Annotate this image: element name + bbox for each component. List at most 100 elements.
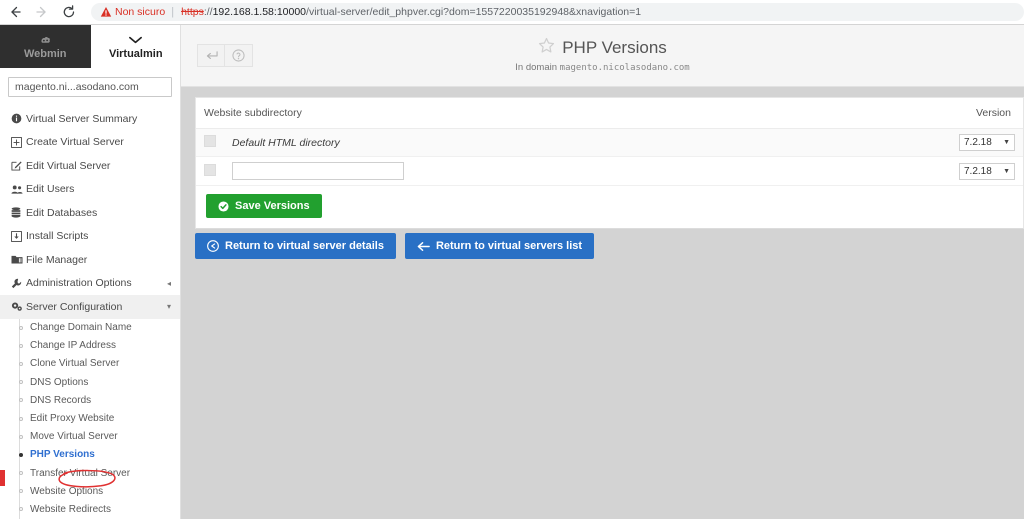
chevron-down-icon: ▾	[166, 302, 171, 312]
gears-icon	[11, 301, 26, 312]
sidebar-subitem-edit-proxy-website[interactable]: Edit Proxy Website	[0, 409, 180, 427]
arrow-left-icon[interactable]	[7, 4, 23, 20]
bullet-icon	[16, 416, 25, 421]
bullet-icon	[16, 452, 25, 457]
page-subtitle-domain: magento.nicolasodano.com	[559, 63, 690, 73]
arrow-left-icon	[417, 241, 430, 252]
sidebar-subitem-label: Website Options	[30, 485, 104, 497]
sidebar-item-server-configuration[interactable]: Server Configuration ▾	[0, 295, 180, 319]
return-to-virtual-server-details-button[interactable]: Return to virtual server details	[195, 233, 396, 259]
sidebar-item-label: Administration Options	[26, 277, 132, 290]
address-bar[interactable]: Non sicuro | https://192.168.1.58:10000/…	[91, 3, 1024, 21]
return-list-label: Return to virtual servers list	[435, 240, 583, 252]
table-header: Website subdirectory Version	[196, 98, 1023, 129]
chevron-down-icon: ▼	[1003, 139, 1010, 146]
omnibox-divider: |	[171, 6, 175, 18]
url-separator: ://	[203, 6, 213, 18]
plus-square-icon	[11, 136, 26, 148]
info-circle-icon	[11, 113, 26, 124]
sidebar-item-edit-virtual-server[interactable]: Edit Virtual Server	[0, 154, 180, 178]
bullet-icon	[16, 471, 25, 476]
sidebar-item-create-virtual-server[interactable]: Create Virtual Server	[0, 131, 180, 155]
sidebar-subitem-change-domain-name[interactable]: Change Domain Name	[0, 319, 180, 337]
chevron-left-icon: ◂	[166, 278, 171, 288]
sidebar-item-label: Edit Users	[26, 183, 75, 196]
url-host: 192.168.1.58:10000	[212, 6, 307, 18]
sidebar-subitem-change-ip-address[interactable]: Change IP Address	[0, 337, 180, 355]
sidebar-item-label: Create Virtual Server	[26, 136, 124, 149]
domain-selector-value: magento.ni...asodano.com	[15, 81, 139, 93]
users-icon	[11, 184, 26, 195]
sidebar-subitem-dns-options[interactable]: DNS Options	[0, 373, 180, 391]
security-status-label: Non sicuro	[115, 6, 166, 18]
sidebar-subitem-label: PHP Versions	[30, 449, 95, 461]
sidebar-item-edit-users[interactable]: Edit Users	[0, 178, 180, 202]
row-checkbox[interactable]	[204, 163, 216, 176]
annotation-tick-mark	[0, 470, 5, 486]
page-subtitle-prefix: In domain	[515, 62, 558, 73]
tab-webmin[interactable]: Webmin	[0, 25, 91, 68]
save-versions-label: Save Versions	[235, 200, 310, 212]
sidebar-item-administration-options[interactable]: Administration Options ◂	[0, 272, 180, 296]
bullet-icon	[16, 434, 25, 439]
sidebar-item-virtual-server-summary[interactable]: Virtual Server Summary	[0, 107, 180, 131]
chevron-down-icon: ▼	[1003, 167, 1010, 175]
row-version-cell: 7.2.18 ▼	[943, 128, 1023, 157]
reload-icon[interactable]	[61, 4, 77, 20]
bullet-icon	[16, 325, 25, 330]
row-checkbox[interactable]	[204, 135, 216, 147]
page-body: Webmin Virtualmin magento.ni...asodano.c…	[0, 25, 1024, 519]
domain-selector[interactable]: magento.ni...asodano.com	[8, 77, 172, 97]
php-versions-table: Website subdirectory Version Default HTM…	[196, 98, 1023, 186]
sidebar-subitem-label: Change IP Address	[30, 340, 116, 352]
subdirectory-input[interactable]	[232, 162, 404, 180]
sidebar-subitem-website-redirects[interactable]: Website Redirects	[0, 500, 180, 518]
version-select[interactable]: 7.2.18 ▼	[959, 134, 1015, 151]
webmin-logo-icon	[39, 33, 52, 47]
sidebar-item-install-scripts[interactable]: Install Scripts	[0, 225, 180, 249]
sidebar-item-label: Server Configuration	[26, 300, 123, 313]
bullet-icon	[16, 343, 25, 348]
sidebar-item-label: Virtual Server Summary	[26, 112, 138, 125]
sidebar-subitem-label: Move Virtual Server	[30, 431, 118, 443]
sidebar-subitem-clone-virtual-server[interactable]: Clone Virtual Server	[0, 355, 180, 373]
sidebar-subitem-label: Clone Virtual Server	[30, 358, 120, 370]
sidebar-subitem-label: Transfer Virtual Server	[30, 467, 131, 479]
tab-virtualmin-label: Virtualmin	[108, 48, 163, 60]
default-html-directory-label: Default HTML directory	[232, 136, 340, 149]
sidebar-subitem-php-versions[interactable]: PHP Versions	[0, 446, 180, 464]
version-select-value: 7.2.18	[964, 137, 992, 148]
sidebar-item-edit-databases[interactable]: Edit Databases	[0, 201, 180, 225]
tab-virtualmin[interactable]: Virtualmin	[90, 25, 180, 68]
sidebar-subitem-move-virtual-server[interactable]: Move Virtual Server	[0, 428, 180, 446]
row-directory-cell	[224, 156, 943, 186]
sidebar-subitem-label: Change Domain Name	[30, 322, 132, 334]
warning-triangle-icon	[100, 6, 112, 18]
database-icon	[11, 207, 26, 218]
sidebar-item-file-manager[interactable]: File Manager	[0, 248, 180, 272]
save-versions-button[interactable]: Save Versions	[206, 194, 322, 218]
tab-webmin-label: Webmin	[23, 48, 67, 60]
bullet-icon	[16, 489, 25, 494]
row-version-cell: 7.2.18 ▼	[943, 156, 1023, 186]
url-path: /virtual-server/edit_phpver.cgi?dom=1557…	[306, 6, 642, 18]
return-details-label: Return to virtual server details	[225, 240, 384, 252]
table-header-row: Website subdirectory Version	[196, 98, 1023, 129]
content-header: PHP Versions In domain magento.nicolasod…	[181, 25, 1024, 87]
sidebar-subitem-transfer-virtual-server[interactable]: Transfer Virtual Server	[0, 464, 180, 482]
bullet-icon	[16, 380, 25, 385]
row-checkbox-cell	[196, 128, 224, 157]
php-versions-panel: Website subdirectory Version Default HTM…	[195, 97, 1024, 229]
browser-toolbar: Non sicuro | https://192.168.1.58:10000/…	[0, 0, 1024, 25]
star-icon[interactable]	[538, 37, 555, 59]
bullet-icon	[16, 507, 25, 512]
sidebar-subitem-website-options[interactable]: Website Options	[0, 482, 180, 500]
sidebar-subitem-label: Edit Proxy Website	[30, 413, 115, 425]
sidebar-subitem-dns-records[interactable]: DNS Records	[0, 391, 180, 409]
return-to-virtual-servers-list-button[interactable]: Return to virtual servers list	[404, 233, 595, 259]
sidebar-item-label: Install Scripts	[26, 230, 89, 243]
column-header-subdirectory: Website subdirectory	[196, 98, 943, 129]
sidebar-item-label: Edit Virtual Server	[26, 159, 111, 172]
browser-nav-buttons	[0, 4, 77, 20]
version-select[interactable]: 7.2.18 ▼	[959, 162, 1015, 180]
